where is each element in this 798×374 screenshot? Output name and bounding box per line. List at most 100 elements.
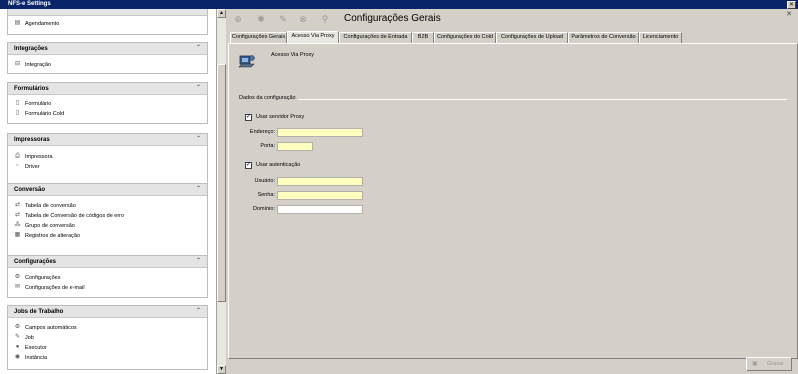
sidebar-item-label: Tabela de conversão (25, 203, 76, 209)
disk-icon: ▣ (752, 361, 758, 367)
sidebar-section-jobs: Jobs de Trabalho ⌃ ⚙ Campos automáticos … (7, 305, 208, 370)
sidebar-section-header[interactable]: Integrações ⌃ (8, 43, 207, 55)
sidebar-item-label: Formulário Cold (25, 111, 65, 117)
sidebar-section-header[interactable]: Jobs de Trabalho ⌃ (8, 306, 207, 318)
sidebar-item-label: Impressora (25, 154, 53, 160)
use-auth-checkbox[interactable]: ✓ (245, 162, 252, 169)
form-icon: ▯ (15, 110, 20, 116)
tab-configuracoes-cold[interactable]: Configurações do Cold (434, 32, 496, 43)
sidebar-item-configuracoes[interactable]: ⚙ Configurações (8, 273, 207, 283)
scroll-up-icon[interactable]: ▲ (217, 9, 226, 18)
close-icon[interactable]: ✕ (787, 1, 796, 9)
scrollbar-thumb[interactable] (217, 64, 226, 302)
sidebar-scrollbar[interactable]: ▲ ▼ (216, 9, 226, 374)
tab-content: Acesso Via Proxy Dados da configuração ✓… (228, 43, 798, 359)
tab-acesso-via-proxy[interactable]: Acesso Via Proxy (287, 31, 339, 43)
tab-b2b[interactable]: B2B (412, 32, 434, 43)
sidebar-item-integracao[interactable]: ⊟ Integração (8, 60, 207, 70)
tab-configuracoes-upload[interactable]: Configurações de Upload (496, 32, 568, 43)
sidebar-item-agendamento[interactable]: ▤ Agendamento (8, 19, 207, 29)
collapse-chevron-icon[interactable]: ⌃ (196, 45, 201, 52)
sidebar-item-instancia[interactable]: ◉ Instância (8, 353, 207, 363)
form-icon: ▯ (15, 100, 20, 106)
edit-icon[interactable]: ✎ (277, 13, 289, 25)
driver-icon: ▫ (16, 163, 19, 169)
page-title: Configurações Gerais (344, 13, 441, 24)
sidebar-item-label: Agendamento (25, 21, 60, 27)
port-field[interactable] (277, 142, 313, 151)
sidebar-section-header[interactable]: Configurações ⌃ (8, 256, 207, 268)
window-title: NFS-e Settings (8, 1, 51, 7)
tab-configuracoes-gerais[interactable]: Configurações Gerais (230, 32, 287, 43)
sidebar-item-registros-alteracao[interactable]: ▦ Registros de alteração (8, 231, 207, 241)
group-label: Dados da configuração (239, 95, 298, 102)
sidebar-item-tabela-conversao[interactable]: ⇄ Tabela de conversão (8, 201, 207, 211)
job-icon: ✎ (14, 334, 21, 340)
title-bar: NFS-e Settings ✕ (0, 0, 798, 9)
fields-icon: ⚙ (14, 324, 21, 330)
use-auth-label: Usar autenticação (256, 162, 301, 168)
sidebar-item-campos-automaticos[interactable]: ⚙ Campos automáticos (8, 323, 207, 333)
user-label: Usuário: (254, 178, 275, 184)
sidebar-item-executor[interactable]: ● Executor (8, 343, 207, 353)
address-field[interactable] (277, 128, 363, 137)
log-icon: ▦ (14, 232, 21, 238)
sidebar-section-header[interactable]: Impressoras ⌃ (8, 134, 207, 146)
sidebar-section-formularios: Formulários ⌃ ▯ Formulário ▯ Formulário … (7, 82, 208, 124)
tab-configuracoes-entrada[interactable]: Configurações de Entrada (339, 32, 412, 43)
tab-licenciamento[interactable]: Licenciamento (639, 32, 682, 43)
sidebar-section-header[interactable]: Formulários ⌃ (8, 83, 207, 95)
sidebar-section-integracoes: Integrações ⌃ ⊟ Integração (7, 42, 208, 74)
save-button-label: Gravar (767, 361, 784, 367)
sidebar-item-label: Driver (25, 164, 40, 170)
save-button[interactable]: ▣ Gravar (746, 357, 792, 371)
collapse-chevron-icon[interactable]: ⌃ (196, 85, 201, 92)
sidebar-item-tabela-codigos-erro[interactable]: ⇄ Tabela de Conversão de códigos de erro (8, 211, 207, 221)
section-title: Integrações (14, 46, 48, 52)
domain-field[interactable] (277, 205, 363, 214)
delete-icon[interactable]: ⊗ (297, 13, 309, 25)
sidebar-item-label: Registros de alteração (25, 233, 81, 239)
gear-icon[interactable]: ✺ (255, 13, 267, 25)
sidebar-item-impressora[interactable]: ⎙ Impressora (8, 152, 207, 162)
sidebar-section-header[interactable]: Conversão ⌃ (8, 184, 207, 196)
search-icon[interactable]: ⚲ (319, 13, 331, 25)
conversion-icon: ⇄ (14, 202, 21, 208)
sidebar-item-grupo-conversao[interactable]: ⁂ Grupo de conversão (8, 221, 207, 231)
user-field[interactable] (277, 177, 363, 186)
instance-icon: ◉ (14, 354, 21, 360)
sidebar-section-conversao: Conversão ⌃ ⇄ Tabela de conversão ⇄ Tabe… (7, 183, 208, 256)
sidebar-item-label: Configurações (25, 275, 61, 281)
conversion-icon: ⇄ (14, 212, 21, 218)
group-divider (239, 99, 787, 100)
sidebar-item-label: Tabela de Conversão de códigos de erro (25, 213, 125, 219)
sidebar-item-driver[interactable]: ▫ Driver (8, 162, 207, 172)
section-header-label: Acesso Via Proxy (271, 52, 315, 58)
main-panel: ⊕ ✺ ✎ ⊗ ⚲ Configurações Gerais ✕ Configu… (226, 9, 798, 374)
sidebar-item-formulario-cold[interactable]: ▯ Formulário Cold (8, 109, 207, 119)
use-proxy-checkbox[interactable]: ✓ (245, 114, 252, 121)
sidebar-section-configuracoes: Configurações ⌃ ⚙ Configurações ✉ Config… (7, 255, 208, 298)
collapse-chevron-icon[interactable]: ⌃ (196, 258, 201, 265)
sidebar-item-formulario[interactable]: ▯ Formulário (8, 99, 207, 109)
tab-parametros-conversao[interactable]: Parâmetros de Conversão (568, 32, 639, 43)
domain-label: Domínio: (252, 206, 275, 212)
collapse-chevron-icon[interactable]: ⌃ (196, 308, 201, 315)
sidebar-item-label: Job (25, 335, 34, 341)
collapse-chevron-icon[interactable]: ⌃ (196, 186, 201, 193)
sidebar-item-label: Formulário (25, 101, 52, 107)
scroll-down-icon[interactable]: ▼ (217, 365, 226, 374)
sidebar-item-configuracoes-email[interactable]: ✉ Configurações de e-mail (8, 283, 207, 293)
close-view-icon[interactable]: ✕ (784, 10, 794, 20)
group-icon: ⁂ (14, 222, 21, 228)
sidebar-item-label: Instância (25, 355, 48, 361)
proxy-server-icon (238, 55, 255, 68)
toolbar: ⊕ ✺ ✎ ⊗ ⚲ Configurações Gerais ✕ (226, 9, 798, 30)
address-label: Endereço: (249, 129, 275, 135)
sidebar-item-job[interactable]: ✎ Job (8, 333, 207, 343)
password-field[interactable] (277, 191, 363, 200)
add-icon[interactable]: ⊕ (232, 13, 244, 25)
sidebar-item-label: Executor (25, 345, 47, 351)
email-icon: ✉ (14, 284, 21, 290)
collapse-chevron-icon[interactable]: ⌃ (196, 136, 201, 143)
